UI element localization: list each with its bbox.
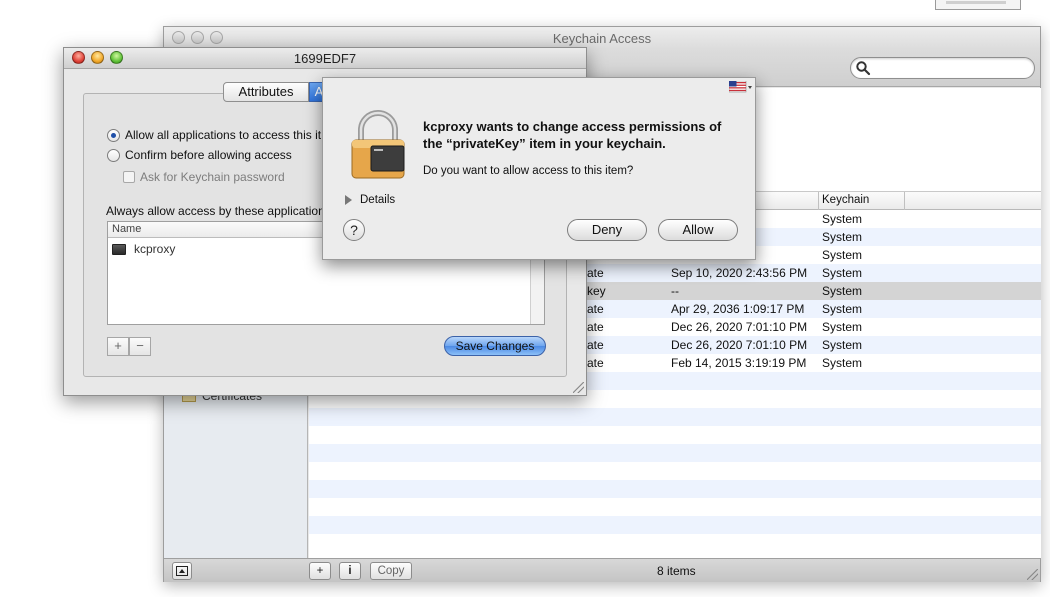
column-header-keychain[interactable]: Keychain	[822, 194, 869, 206]
deny-button[interactable]: Deny	[567, 219, 647, 241]
info-titlebar[interactable]: 1699EDF7	[64, 48, 586, 69]
always-allow-label: Always allow access by these application…	[106, 204, 331, 218]
table-row[interactable]	[309, 480, 1041, 498]
cell-keychain: System	[822, 302, 863, 316]
add-remove-controls: + −	[107, 337, 151, 356]
dialog-title: kcproxy wants to change access permissio…	[423, 119, 722, 151]
cell-kind: ate	[587, 356, 604, 370]
sidebar-toggle-icon	[176, 566, 188, 576]
resize-grip[interactable]	[1027, 569, 1038, 580]
cell-keychain: System	[822, 320, 863, 334]
allow-all-label: Allow all applications to access this it	[125, 128, 322, 142]
radio-unselected[interactable]	[107, 148, 120, 162]
cell-kind: ate	[587, 302, 604, 316]
column-separator[interactable]	[818, 192, 819, 210]
cell-kind: key	[587, 284, 606, 298]
list-item[interactable]: kcproxy	[112, 242, 175, 256]
resize-grip[interactable]	[573, 382, 584, 393]
table-row[interactable]	[309, 498, 1041, 516]
details-label: Details	[360, 194, 396, 206]
search-field[interactable]	[850, 57, 1035, 79]
confirm-option[interactable]: Confirm before allowing access	[107, 148, 292, 162]
cell-date: --	[671, 284, 679, 298]
ask-password-checkbox[interactable]	[123, 171, 135, 183]
info-window-title: 1699EDF7	[293, 51, 357, 66]
ask-password-option[interactable]: Ask for Keychain password	[123, 170, 285, 184]
search-input[interactable]	[873, 60, 1023, 76]
table-row[interactable]	[309, 408, 1041, 426]
get-info-button[interactable]: i	[339, 562, 361, 580]
cell-keychain: System	[822, 248, 863, 262]
application-icon	[112, 243, 126, 255]
allow-all-option[interactable]: Allow all applications to access this it	[107, 128, 321, 142]
cell-date: Dec 26, 2020 7:01:10 PM	[671, 320, 808, 334]
access-permission-dialog: kcproxy wants to change access permissio…	[322, 77, 756, 260]
copy-button[interactable]: Copy	[370, 562, 412, 580]
help-icon[interactable]: ?	[343, 219, 365, 241]
table-row[interactable]	[309, 462, 1041, 480]
window-title: Keychain Access	[552, 31, 652, 46]
cell-keychain: System	[822, 356, 863, 370]
cell-keychain: System	[822, 266, 863, 280]
table-row[interactable]	[309, 426, 1041, 444]
table-row[interactable]	[309, 516, 1041, 534]
cell-keychain: System	[822, 284, 863, 298]
cell-date: Dec 26, 2020 7:01:10 PM	[671, 338, 808, 352]
allow-button[interactable]: Allow	[658, 219, 738, 241]
cell-date: Apr 29, 2036 1:09:17 PM	[671, 302, 805, 316]
details-disclosure[interactable]: Details	[345, 194, 395, 206]
save-changes-button[interactable]: Save Changes	[444, 336, 546, 356]
radio-selected[interactable]	[107, 128, 120, 142]
tab-attributes[interactable]: Attributes	[223, 82, 309, 102]
cell-keychain: System	[822, 230, 863, 244]
search-icon	[856, 61, 871, 76]
table-row[interactable]	[309, 534, 1041, 552]
item-count: 8 items	[657, 564, 696, 578]
dialog-message: Do you want to allow access to this item…	[423, 165, 634, 177]
bottom-bar: + i Copy 8 items	[164, 558, 1040, 582]
window-thumbnail	[935, 0, 1021, 10]
cell-kind: ate	[587, 266, 604, 280]
lock-icon	[351, 110, 405, 179]
add-application-button[interactable]: +	[107, 337, 129, 356]
keychain-titlebar: Keychain Access	[164, 27, 1040, 49]
us-flag-icon[interactable]	[729, 81, 753, 93]
show-sidebar-button[interactable]	[172, 562, 192, 580]
ask-password-label: Ask for Keychain password	[140, 170, 285, 184]
cell-kind: ate	[587, 338, 604, 352]
disclosure-triangle-icon[interactable]	[345, 195, 352, 205]
remove-application-button[interactable]: −	[129, 337, 151, 356]
column-separator[interactable]	[904, 192, 905, 210]
cell-keychain: System	[822, 338, 863, 352]
cell-kind: ate	[587, 320, 604, 334]
cell-keychain: System	[822, 212, 863, 226]
cell-date: Sep 10, 2020 2:43:56 PM	[671, 266, 808, 280]
application-name: kcproxy	[134, 242, 176, 256]
table-row[interactable]	[309, 444, 1041, 462]
confirm-label: Confirm before allowing access	[125, 148, 292, 162]
add-item-button[interactable]: +	[309, 562, 331, 580]
cell-date: Feb 14, 2015 3:19:19 PM	[671, 356, 807, 370]
